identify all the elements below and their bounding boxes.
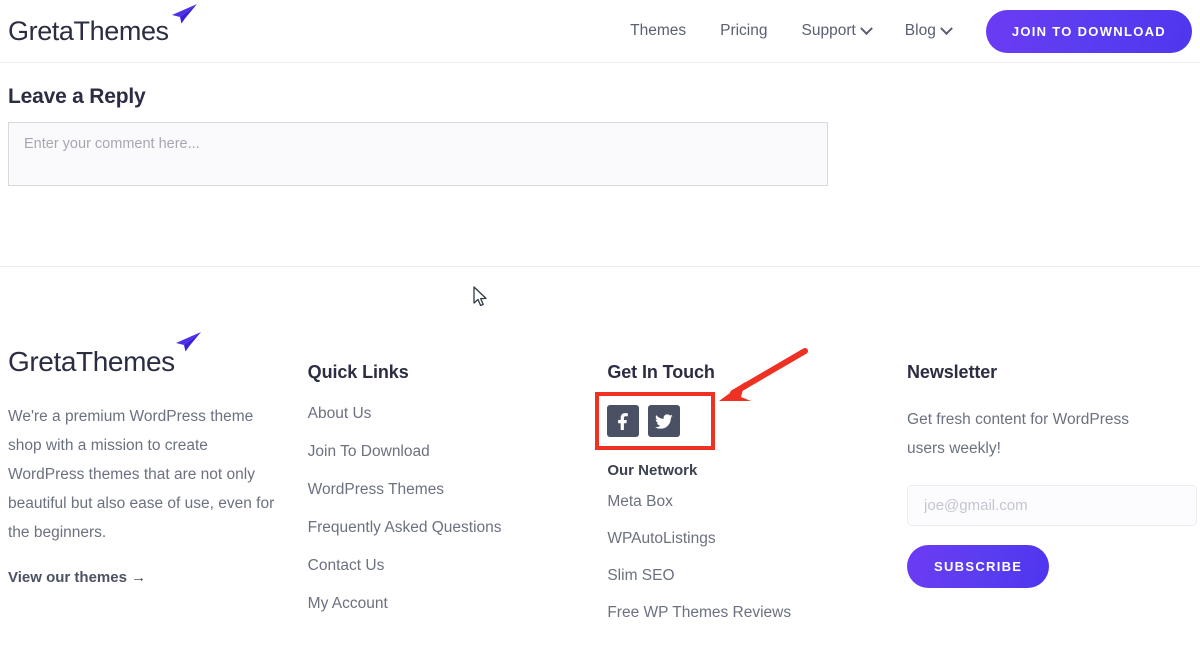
quick-links-heading: Quick Links [307,362,409,382]
newsletter-heading: Newsletter [907,362,998,382]
facebook-icon[interactable] [607,405,640,437]
footer-quick-links-column: Quick Links About Us Join To Download Wo… [308,330,608,641]
nav-item-support[interactable]: Support [785,21,888,40]
main-navigation: Themes Pricing Support Blog JOIN TO DOWN… [613,9,1192,53]
paper-plane-icon [173,331,203,358]
page-title: Leave a Reply [8,85,146,108]
site-footer: GretaThemes We're a premium WordPress th… [0,330,1200,641]
network-link-meta-box[interactable]: Meta Box [607,493,907,511]
twitter-icon[interactable] [648,405,681,437]
footer-description: We're a premium WordPress theme shop wit… [8,408,275,541]
view-our-themes-link[interactable]: View our themes → [8,569,146,586]
subscribe-button[interactable]: SUBSCRIBE [907,545,1050,588]
network-link-wpautolistings[interactable]: WPAutoListings [607,530,907,548]
site-header: GretaThemes Themes Pricing Support Blog … [0,0,1200,63]
paper-plane-icon [169,3,199,25]
mouse-cursor [473,286,487,307]
join-to-download-button[interactable]: JOIN TO DOWNLOAD [985,9,1192,53]
nav-label: Support [801,22,856,40]
chevron-down-icon [939,21,953,35]
section-divider [0,266,1200,267]
footer-newsletter-column: Newsletter Get fresh content for WordPre… [907,330,1198,641]
quick-link-wordpress-themes[interactable]: WordPress Themes [308,481,608,499]
newsletter-email-input[interactable] [907,485,1198,526]
footer-get-in-touch-column: Get In Touch Our Network Meta Box WPAuto… [607,330,907,641]
quick-link-faq[interactable]: Frequently Asked Questions [308,519,608,537]
network-link-slim-seo[interactable]: Slim SEO [607,567,907,585]
network-link-free-wp-themes-reviews[interactable]: Free WP Themes Reviews [607,604,907,622]
nav-label: Pricing [720,22,768,40]
our-network-heading: Our Network [607,462,698,479]
site-logo[interactable]: GretaThemes [8,3,197,46]
get-in-touch-heading: Get In Touch [607,362,715,382]
leave-a-reply-section: Leave a Reply [0,63,1200,191]
social-links [607,405,907,437]
quick-link-my-account[interactable]: My Account [308,595,608,613]
quick-link-join-to-download[interactable]: Join To Download [308,443,608,461]
comment-input[interactable] [8,122,828,186]
footer-brand-column: GretaThemes We're a premium WordPress th… [8,330,308,641]
nav-item-blog[interactable]: Blog [888,21,968,40]
footer-logo-text: GretaThemes [8,346,175,377]
nav-item-pricing[interactable]: Pricing [703,23,784,39]
newsletter-description: Get fresh content for WordPress users we… [907,411,1129,457]
nav-label: Blog [904,22,936,40]
quick-link-contact-us[interactable]: Contact Us [308,557,608,575]
footer-logo[interactable]: GretaThemes [8,332,201,377]
logo-text: GretaThemes [8,15,169,46]
quick-link-about-us[interactable]: About Us [308,405,608,423]
nav-item-themes[interactable]: Themes [613,23,703,39]
chevron-down-icon [859,21,873,35]
nav-label: Themes [630,22,687,40]
